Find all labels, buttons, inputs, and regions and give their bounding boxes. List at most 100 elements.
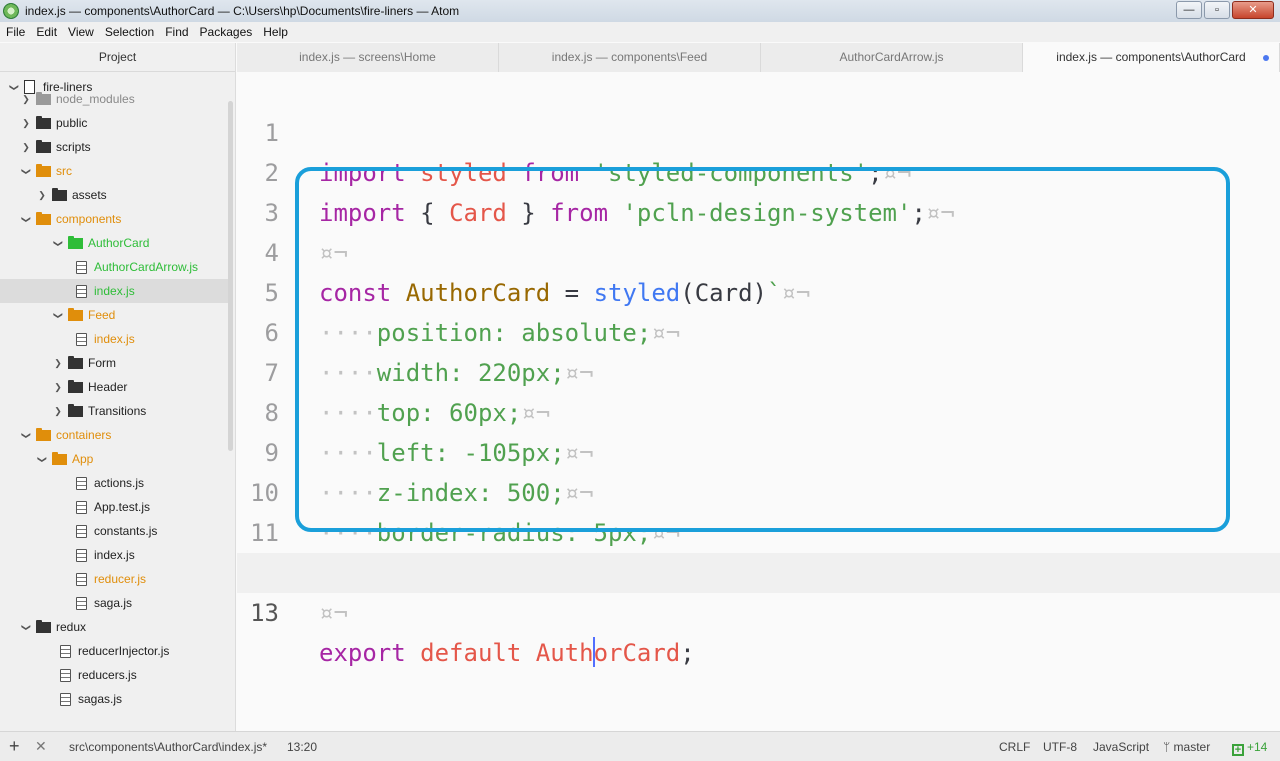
atom-logo-icon	[3, 3, 19, 19]
chevron-right-icon[interactable]: ❯	[36, 190, 48, 201]
chevron-right-icon[interactable]: ❯	[52, 406, 64, 417]
chevron-down-icon[interactable]: ❯	[21, 621, 32, 633]
menu-find[interactable]: Find	[159, 25, 193, 39]
code-line[interactable]: 1 import styled from 'styled-components'…	[237, 73, 1280, 187]
code-line[interactable]: 12 ¤¬	[237, 513, 1280, 627]
chevron-down-icon[interactable]: ❯	[21, 213, 32, 225]
code-line[interactable]: 7 ····top: 60px;¤¬	[237, 313, 1280, 427]
code-line[interactable]: 2 import { Card } from 'pcln-design-syst…	[237, 113, 1280, 227]
tree-folder-item[interactable]: ❯ assets	[0, 183, 229, 207]
code-line[interactable]: 8 ····left: -105px;¤¬	[237, 353, 1280, 467]
tree-file-item[interactable]: constants.js	[0, 519, 229, 543]
tree-folder-item[interactable]: ❯ containers	[0, 423, 229, 447]
tree-file-item[interactable]: index.js	[0, 279, 229, 303]
code-line-current[interactable]: 13 export default AuthorCard;	[237, 553, 1280, 667]
tree-folder-item[interactable]: ❯ Form	[0, 351, 229, 375]
file-text-icon	[76, 572, 87, 586]
folder-icon	[36, 163, 51, 177]
add-icon[interactable]: +	[9, 736, 20, 757]
code-line[interactable]: 4 const AuthorCard = styled(Card)`¤¬	[237, 193, 1280, 307]
project-panel-title: Project	[0, 43, 235, 72]
tree-folder-item[interactable]: ❯ src	[0, 159, 229, 183]
minimize-button[interactable]: —	[1176, 1, 1202, 19]
code-line[interactable]: 9 ····z-index: 500;¤¬	[237, 393, 1280, 507]
tree-scrollbar[interactable]	[228, 101, 233, 451]
tree-file-item[interactable]: reducers.js	[0, 663, 229, 687]
menu-packages[interactable]: Packages	[194, 25, 258, 39]
tree-file-item[interactable]: index.js	[0, 543, 229, 567]
tree-item-label: sagas.js	[78, 692, 123, 706]
tree-file-item[interactable]: sagas.js	[0, 687, 229, 711]
tree-file-item[interactable]: AuthorCardArrow.js	[0, 255, 229, 279]
file-text-icon	[76, 524, 87, 538]
menu-view[interactable]: View	[62, 25, 99, 39]
tree-folder-item[interactable]: ❯ Transitions	[0, 399, 229, 423]
git-added-icon: +	[1232, 744, 1244, 756]
menu-file[interactable]: File	[0, 25, 30, 39]
tree-item-label: src	[56, 164, 72, 178]
folder-icon	[36, 211, 51, 225]
file-path[interactable]: src\components\AuthorCard\index.js*	[69, 740, 267, 754]
tree-folder-item[interactable]: ❯ Header	[0, 375, 229, 399]
code-line[interactable]: 10 ····border-radius: 5px;¤¬	[237, 433, 1280, 547]
tree-file-item[interactable]: reducerInjector.js	[0, 639, 229, 663]
tab-home-index[interactable]: index.js — screens\Home	[237, 43, 499, 72]
tree-folder-item[interactable]: ❯ node_modules	[0, 87, 229, 111]
tree-folder-item[interactable]: ❯ components	[0, 207, 229, 231]
tree-folder-item[interactable]: ❯ App	[0, 447, 229, 471]
cursor-position[interactable]: 13:20	[287, 740, 317, 754]
code-line[interactable]: 11 `;¤¬	[237, 473, 1280, 587]
chevron-right-icon[interactable]: ❯	[20, 94, 32, 105]
title-bar: index.js — components\AuthorCard — C:\Us…	[0, 0, 1280, 22]
folder-icon	[68, 235, 83, 249]
chevron-right-icon[interactable]: ❯	[52, 382, 64, 393]
chevron-down-icon[interactable]: ❯	[53, 237, 64, 249]
menu-help[interactable]: Help	[257, 25, 293, 39]
branch-icon: ᛘ	[1163, 740, 1171, 754]
line-ending[interactable]: CRLF	[999, 740, 1030, 754]
tree-folder-item[interactable]: ❯ Feed	[0, 303, 229, 327]
code-line[interactable]: 5 ····position: absolute;¤¬	[237, 233, 1280, 347]
tree-item-label: actions.js	[94, 476, 145, 490]
tree-folder-item[interactable]: ❯ redux	[0, 615, 229, 639]
tree-file-item[interactable]: saga.js	[0, 591, 229, 615]
file-text-icon	[60, 644, 71, 658]
tab-authorcard-index[interactable]: index.js — components\AuthorCard	[1023, 43, 1280, 72]
chevron-right-icon[interactable]: ❯	[20, 118, 32, 129]
tree-item-label: containers	[56, 428, 112, 442]
git-branch[interactable]: ᛘ master	[1163, 740, 1210, 754]
tree-item-label: index.js	[94, 548, 135, 562]
tree-folder-item[interactable]: ❯ scripts	[0, 135, 229, 159]
grammar-selector[interactable]: JavaScript	[1093, 740, 1149, 754]
file-text-icon	[76, 284, 87, 298]
tree-file-item[interactable]: index.js	[0, 327, 229, 351]
chevron-down-icon[interactable]: ❯	[53, 309, 64, 321]
chevron-right-icon[interactable]: ❯	[52, 358, 64, 369]
code-line[interactable]: 6 ····width: 220px;¤¬	[237, 273, 1280, 387]
window-controls: — ▫ ✕	[1176, 1, 1274, 19]
menu-edit[interactable]: Edit	[30, 25, 62, 39]
chevron-right-icon[interactable]: ❯	[20, 142, 32, 153]
code-editor[interactable]: 1 import styled from 'styled-components'…	[237, 72, 1280, 731]
menu-selection[interactable]: Selection	[99, 25, 159, 39]
close-icon[interactable]: ✕	[35, 738, 47, 755]
close-window-button[interactable]: ✕	[1232, 1, 1274, 19]
chevron-down-icon[interactable]: ❯	[21, 165, 32, 177]
tree-folder-item[interactable]: ❯ public	[0, 111, 229, 135]
tree-item-label: AuthorCardArrow.js	[94, 260, 199, 274]
chevron-down-icon[interactable]: ❯	[37, 453, 48, 465]
tree-folder-item[interactable]: ❯ AuthorCard	[0, 231, 229, 255]
tree-file-item[interactable]: reducer.js	[0, 567, 229, 591]
code-line[interactable]: 3 ¤¬	[237, 153, 1280, 267]
git-changes[interactable]: + +14	[1232, 740, 1267, 756]
tab-feed-index[interactable]: index.js — components\Feed	[499, 43, 761, 72]
tree-file-item[interactable]: App.test.js	[0, 495, 229, 519]
maximize-button[interactable]: ▫	[1204, 1, 1230, 19]
tree-file-item[interactable]: actions.js	[0, 471, 229, 495]
tab-authorcardarrow[interactable]: AuthorCardArrow.js	[761, 43, 1023, 72]
tree-item-label: saga.js	[94, 596, 133, 610]
file-encoding[interactable]: UTF-8	[1043, 740, 1077, 754]
tree-item-label: assets	[72, 188, 107, 202]
chevron-down-icon[interactable]: ❯	[21, 429, 32, 441]
tree-item-label: reducer.js	[94, 572, 147, 586]
